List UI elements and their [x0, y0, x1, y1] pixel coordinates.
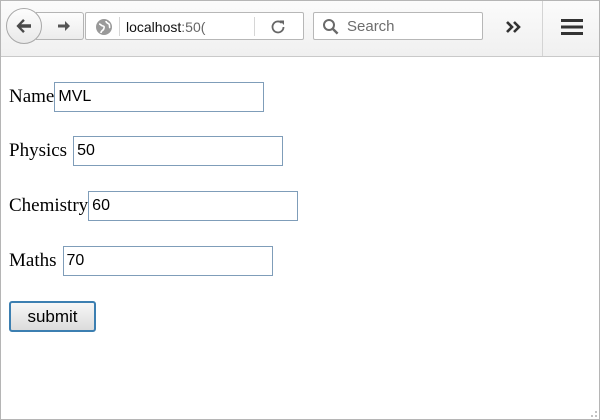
form-row-maths: Maths — [9, 245, 273, 277]
chemistry-label: Chemistry — [9, 195, 89, 216]
address-bar-divider — [119, 17, 120, 36]
submit-button[interactable]: submit — [9, 301, 96, 332]
hamburger-menu-icon[interactable] — [559, 16, 585, 38]
forward-button[interactable] — [36, 12, 84, 40]
navigation-group — [6, 8, 84, 44]
reload-icon[interactable] — [269, 18, 287, 36]
form-row-chemistry: Chemistry — [9, 190, 299, 222]
name-field[interactable] — [54, 82, 265, 112]
chemistry-field[interactable] — [88, 191, 299, 221]
form-row-name: Name — [9, 81, 265, 113]
toolbar-divider — [542, 1, 543, 56]
globe-icon — [96, 19, 112, 35]
maths-label: Maths — [9, 250, 57, 271]
url-port: :50( — [181, 19, 206, 35]
browser-toolbar: localhost:50( — [1, 1, 599, 57]
address-bar-divider — [254, 17, 255, 36]
forward-arrow-icon — [57, 21, 70, 31]
url-text[interactable]: localhost:50( — [126, 18, 219, 36]
name-label: Name — [9, 86, 55, 107]
form-row-physics: Physics — [9, 135, 284, 167]
address-bar[interactable]: localhost:50( — [85, 12, 304, 40]
maths-field[interactable] — [62, 246, 273, 276]
page-content: Name Physics Chemistry Maths submit — [1, 57, 599, 419]
back-button[interactable] — [6, 8, 42, 44]
browser-window: localhost:50( Name — [0, 0, 600, 420]
physics-field[interactable] — [73, 136, 284, 166]
url-host: localhost — [126, 19, 182, 35]
search-box[interactable] — [313, 12, 483, 40]
back-arrow-icon — [16, 19, 31, 33]
search-icon — [323, 19, 339, 35]
resize-grip-icon[interactable] — [588, 408, 598, 418]
physics-label: Physics — [9, 140, 68, 161]
search-input[interactable] — [347, 16, 477, 36]
double-chevron-icon[interactable] — [501, 16, 527, 38]
